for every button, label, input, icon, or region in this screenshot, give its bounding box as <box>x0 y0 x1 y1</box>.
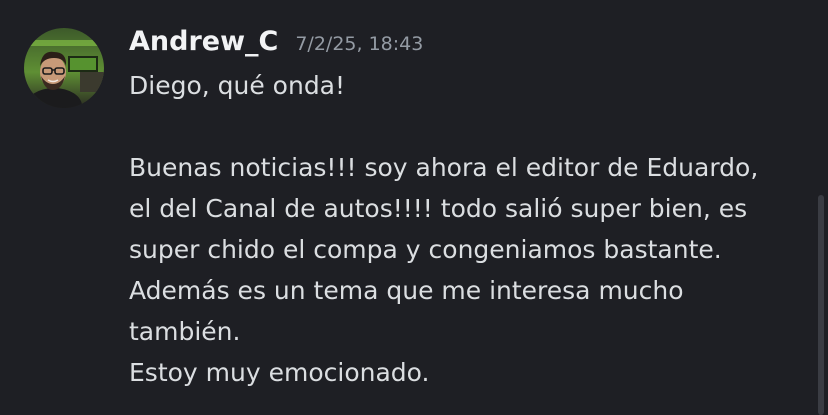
message-content: Diego, qué onda! Buenas noticias!!! soy … <box>129 65 809 393</box>
message-line: Buenas noticias!!! soy ahora el editor d… <box>129 153 759 182</box>
message-line: el del Canal de autos!!!! todo salió sup… <box>129 194 748 223</box>
message-line: Además es un tema que me interesa mucho <box>129 276 684 305</box>
author-name[interactable]: Andrew_C <box>129 26 278 57</box>
chat-view: Andrew_C 7/2/25, 18:43 Diego, qué onda! … <box>0 0 828 415</box>
message-line: super chido el compa y congeniamos basta… <box>129 235 722 264</box>
message-header: Andrew_C 7/2/25, 18:43 <box>129 26 423 62</box>
avatar-photo-icon <box>24 28 104 108</box>
chat-message: Andrew_C 7/2/25, 18:43 Diego, qué onda! … <box>0 0 828 415</box>
message-line: también. <box>129 317 241 346</box>
message-timestamp: 7/2/25, 18:43 <box>295 33 424 55</box>
message-line-blank <box>129 106 809 147</box>
message-line: Estoy muy emocionado. <box>129 358 430 387</box>
message-line: Diego, qué onda! <box>129 71 346 100</box>
avatar[interactable] <box>24 28 104 108</box>
scrollbar[interactable] <box>818 195 824 415</box>
